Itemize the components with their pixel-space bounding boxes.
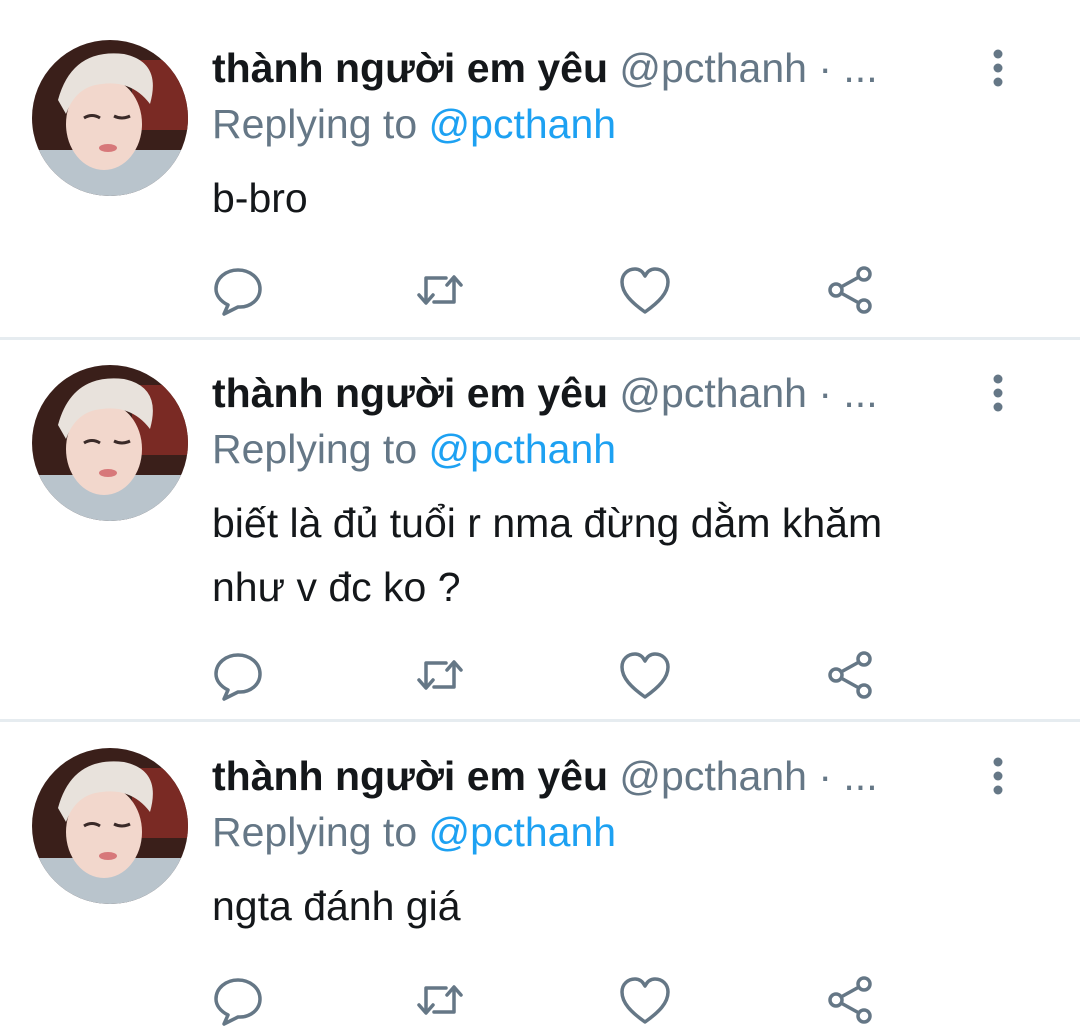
tweet-text: biết là đủ tuổi r nma đừng dằm khăm như … [212, 491, 1032, 619]
action-bar [0, 647, 1080, 703]
truncation-ellipsis: ... [843, 45, 878, 91]
display-name[interactable]: thành người em yêu [212, 753, 608, 799]
username-handle[interactable]: @pcthanh [619, 753, 807, 799]
display-name[interactable]: thành người em yêu [212, 370, 608, 416]
share-icon[interactable] [822, 647, 878, 703]
replying-to-handle-link[interactable]: @pcthanh [429, 101, 617, 147]
replying-to: Replying to @pcthanh [212, 804, 616, 860]
tweet-text-line: biết là đủ tuổi r nma đừng dằm khăm [212, 500, 883, 546]
reply-icon[interactable] [210, 262, 266, 318]
separator-dot: · [818, 45, 832, 91]
tweet-header: thành người em yêu @pcthanh · ... [212, 365, 972, 421]
more-vertical-icon[interactable] [980, 48, 1016, 88]
tweet[interactable]: thành người em yêu @pcthanh · ... Replyi… [0, 708, 1080, 1033]
heart-icon[interactable] [617, 972, 673, 1028]
tweet[interactable]: thành người em yêu @pcthanh · ... Replyi… [0, 0, 1080, 338]
avatar[interactable] [32, 748, 188, 904]
replying-to-handle-link[interactable]: @pcthanh [429, 809, 617, 855]
heart-icon[interactable] [617, 262, 673, 318]
tweet[interactable]: thành người em yêu @pcthanh · ... Replyi… [0, 325, 1080, 720]
heart-icon[interactable] [617, 647, 673, 703]
replying-to-handle-link[interactable]: @pcthanh [429, 426, 617, 472]
tweet-header: thành người em yêu @pcthanh · ... [212, 40, 972, 96]
tweet-text: b-bro [212, 175, 308, 221]
truncation-ellipsis: ... [843, 370, 878, 416]
separator-dot: · [818, 370, 832, 416]
tweet-text: ngta đánh giá [212, 883, 461, 929]
retweet-icon[interactable] [412, 647, 468, 703]
replying-to-label: Replying to [212, 101, 418, 147]
reply-icon[interactable] [210, 972, 266, 1028]
retweet-icon[interactable] [412, 262, 468, 318]
replying-to: Replying to @pcthanh [212, 96, 616, 152]
more-vertical-icon[interactable] [980, 373, 1016, 413]
tweet-text-line: như v đc ko ? [212, 564, 461, 610]
replying-to-label: Replying to [212, 809, 418, 855]
replying-to-label: Replying to [212, 426, 418, 472]
avatar[interactable] [32, 40, 188, 196]
retweet-icon[interactable] [412, 972, 468, 1028]
share-icon[interactable] [822, 972, 878, 1028]
more-vertical-icon[interactable] [980, 756, 1016, 796]
username-handle[interactable]: @pcthanh [619, 370, 807, 416]
action-bar [0, 262, 1080, 318]
separator-dot: · [818, 753, 832, 799]
avatar[interactable] [32, 365, 188, 521]
replying-to: Replying to @pcthanh [212, 421, 616, 477]
reply-icon[interactable] [210, 647, 266, 703]
action-bar [0, 972, 1080, 1028]
tweet-header: thành người em yêu @pcthanh · ... [212, 748, 972, 804]
display-name[interactable]: thành người em yêu [212, 45, 608, 91]
username-handle[interactable]: @pcthanh [619, 45, 807, 91]
share-icon[interactable] [822, 262, 878, 318]
truncation-ellipsis: ... [843, 753, 878, 799]
